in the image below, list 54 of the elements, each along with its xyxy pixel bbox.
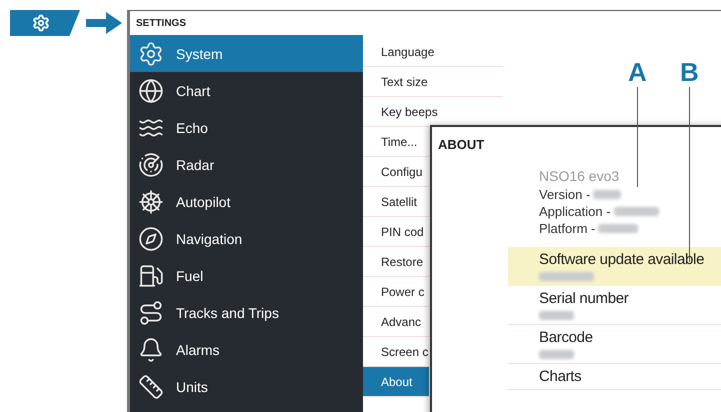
panel-title: SETTINGS <box>135 16 188 30</box>
route-icon <box>138 300 164 326</box>
option-item[interactable]: Satellit <box>363 187 429 217</box>
category-item[interactable]: Fuel <box>130 257 363 294</box>
ship-wheel-icon <box>138 188 164 214</box>
category-item[interactable]: Autopilot <box>130 183 363 220</box>
category-item[interactable]: Tracks and Trips <box>130 294 363 331</box>
info-row[interactable]: Serial number <box>508 286 721 325</box>
radar-icon <box>138 152 164 178</box>
category-item[interactable]: Echo <box>130 109 363 146</box>
item-title: Software update available <box>539 251 706 268</box>
option-item[interactable]: Text size <box>363 67 503 97</box>
blurred-value <box>598 224 638 233</box>
category-item[interactable]: Navigation <box>130 220 363 257</box>
info-label: Version - <box>539 187 590 202</box>
info-row[interactable]: Software update available <box>508 247 721 286</box>
item-title: Barcode <box>539 329 594 346</box>
info-label: Application - <box>539 204 611 219</box>
option-item[interactable]: Restore <box>363 247 429 277</box>
option-item[interactable]: PIN cod <box>363 217 429 247</box>
arrow-icon <box>86 12 122 34</box>
settings-button[interactable] <box>10 10 80 36</box>
ruler-icon <box>138 374 164 400</box>
bell-icon <box>138 336 164 362</box>
info-row[interactable]: Barcode <box>508 325 721 364</box>
info-row[interactable]: Charts <box>508 364 721 390</box>
option-item[interactable]: Power c <box>363 277 429 307</box>
compass-icon <box>138 226 164 252</box>
gear-icon <box>138 40 164 66</box>
window-title: ABOUT <box>437 136 486 152</box>
fuel-pump-icon <box>138 262 164 288</box>
callout-label: A <box>628 57 647 88</box>
info-label: Platform - <box>539 221 596 236</box>
globe-icon <box>138 78 164 104</box>
option-item[interactable]: About <box>363 367 429 397</box>
blurred-value <box>614 207 659 216</box>
callout-label: B <box>680 57 699 88</box>
settings-icon <box>32 14 50 32</box>
option-item[interactable]: Time... <box>363 127 429 157</box>
blurred-value <box>539 311 574 320</box>
category-item[interactable]: Radar <box>130 146 363 183</box>
option-item[interactable]: Advanc <box>363 307 429 337</box>
item-title: Serial number <box>539 290 630 307</box>
category-item[interactable]: Chart <box>130 72 363 109</box>
option-item[interactable]: Configu <box>363 157 429 187</box>
blurred-value <box>539 350 574 359</box>
category-item[interactable]: Units <box>130 368 363 405</box>
device-name: NSO16 evo3 <box>539 168 620 184</box>
category-item[interactable]: System <box>130 35 363 72</box>
blurred-value <box>593 190 622 199</box>
category-item[interactable]: Alarms <box>130 331 363 368</box>
blurred-value <box>539 272 594 281</box>
option-item[interactable]: Language <box>363 37 503 67</box>
item-title: Charts <box>539 368 582 385</box>
